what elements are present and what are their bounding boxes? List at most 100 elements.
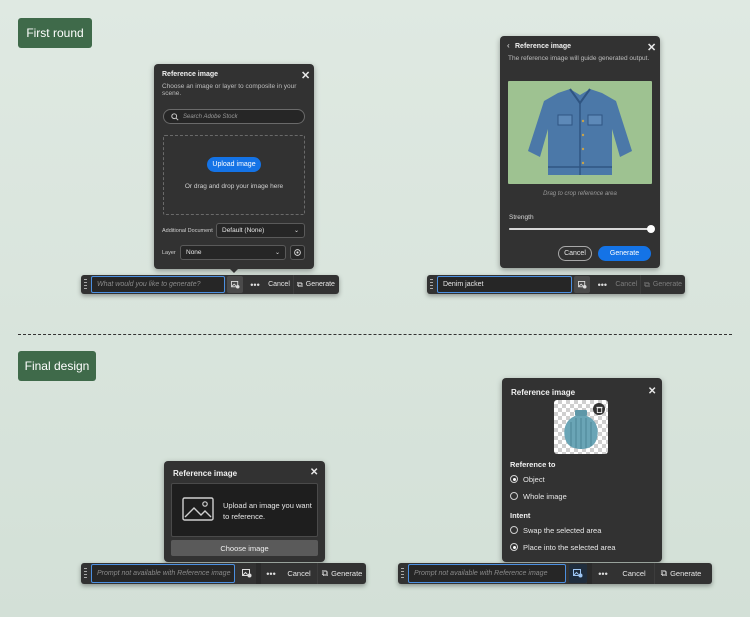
strength-slider-fill [509,228,651,230]
close-icon[interactable]: ✕ [301,69,310,82]
trash-icon [595,406,603,413]
reference-image-icon [577,280,587,289]
panel-title: Reference image [515,43,572,50]
more-options-button[interactable]: ••• [592,563,614,584]
generate-label: Generate [652,281,683,288]
generate-icon: ⧉ [321,568,329,578]
section-divider [18,334,732,335]
more-options-button[interactable]: ••• [261,563,281,584]
contextual-task-bar: Prompt not available with Reference imag… [398,563,712,584]
intent-label: Intent [510,511,531,520]
image-placeholder-icon [182,497,214,521]
panel-pointer [229,268,239,273]
chevron-left-icon[interactable]: ‹ [507,41,510,50]
prompt-input[interactable]: Prompt not available with Reference imag… [408,564,566,583]
reference-image-icon [242,569,252,578]
section-tag-label: Final design [24,359,90,373]
upload-image-button[interactable]: Upload image [207,157,261,172]
cancel-button[interactable]: Cancel [612,275,640,294]
section-tag-first-round: First round [18,18,92,48]
generate-label: Generate [331,569,363,578]
upload-drop-zone[interactable]: Upload an image you want to reference. [171,483,318,537]
generate-button[interactable]: ⧉ Generate [294,275,338,294]
chevron-down-icon: ⌄ [293,228,299,234]
reference-panel-final: Reference image ✕ Upload an image you wa… [164,461,325,562]
radio-object-label: Object [523,475,545,484]
layer-settings-button[interactable] [290,245,305,260]
generate-icon: ⧉ [644,279,650,289]
reference-image-button[interactable] [238,564,256,583]
reference-image-icon [230,280,239,289]
panel-cancel-button[interactable]: Cancel [558,246,592,261]
radio-swap-area[interactable] [510,526,518,534]
radio-whole-image[interactable] [510,492,518,500]
reference-image-preview[interactable] [508,81,652,184]
reference-image-icon [573,569,583,578]
panel-title: Reference image [173,469,238,478]
section-tag-label: First round [26,26,84,40]
layer-select[interactable]: None ⌄ [180,245,286,260]
reference-image-button[interactable] [569,564,587,583]
panel-generate-button[interactable]: Generate [598,246,651,261]
prompt-input[interactable]: Denim jacket [436,276,573,293]
close-icon[interactable]: ✕ [648,386,656,397]
panel-title: Reference image [511,388,576,397]
generate-button[interactable]: ⧉ Generate [641,275,685,294]
crop-hint: Drag to crop reference area [543,191,617,197]
stock-search-input[interactable]: Search Adobe Stock [163,109,305,124]
strength-slider-handle[interactable] [647,225,655,233]
settings-icon [294,249,301,256]
denim-jacket-image [528,88,632,175]
cancel-button[interactable]: Cancel [614,563,654,584]
upload-instructions: Upload an image you want to reference. [223,501,312,521]
close-icon[interactable]: ✕ [647,41,656,54]
contextual-task-bar: Prompt not available with Reference imag… [81,563,366,584]
prompt-input[interactable]: Prompt not available with Reference imag… [91,564,235,583]
radio-swap-area-label: Swap the selected area [523,526,602,535]
strength-label: Strength [509,214,534,221]
chevron-down-icon: ⌄ [274,250,280,256]
reference-panel-v1: Reference image ✕ Choose an image or lay… [154,64,314,269]
radio-whole-image-label: Whole image [523,492,567,501]
prompt-input[interactable]: What would you like to generate? [91,276,225,293]
generate-button[interactable]: ⧉ Generate [318,563,366,584]
more-options-button[interactable]: ••• [245,275,265,294]
drag-handle[interactable] [84,278,87,291]
radio-object[interactable] [510,475,518,483]
close-icon[interactable]: ✕ [310,467,318,478]
drag-handle[interactable] [84,567,87,580]
radio-place-into-area-label: Place into the selected area [523,543,616,552]
cancel-button[interactable]: Cancel [281,563,317,584]
select-value: None [186,249,202,256]
drop-hint: Or drag and drop your image here [184,183,284,190]
additional-document-label: Additional Document [162,228,213,234]
more-options-button[interactable]: ••• [592,275,612,294]
drag-handle[interactable] [430,278,433,291]
panel-subtitle: Choose an image or layer to composite in… [162,83,297,97]
reference-image-button[interactable] [227,276,243,293]
panel-subtitle: The reference image will guide generated… [508,55,650,62]
layer-label: Layer [162,250,176,256]
search-icon [171,112,179,121]
more-icon: ••• [598,568,608,579]
radio-place-into-area[interactable] [510,543,518,551]
additional-document-select[interactable]: Default (None) ⌄ [216,223,305,238]
choose-image-button[interactable]: Choose image [171,540,318,556]
generate-icon: ⧉ [297,279,303,289]
generate-button[interactable]: ⧉ Generate [655,563,707,584]
generate-label: Generate [305,281,335,288]
vase-image [564,410,598,449]
more-icon: ••• [597,279,608,290]
remove-reference-button[interactable] [593,403,605,415]
more-icon: ••• [250,279,260,290]
reference-to-label: Reference to [510,460,556,469]
reference-image-button[interactable] [574,276,591,293]
reference-panel-final-with-object: Reference image ✕ Reference to Object Wh… [502,378,662,562]
generate-icon: ⧉ [660,568,668,578]
reference-panel-v1-with-image: ‹ Reference image ✕ The reference image … [500,36,660,268]
drag-handle[interactable] [401,567,404,580]
image-drop-zone[interactable] [163,135,305,215]
reference-thumbnail[interactable] [554,400,608,454]
cancel-button[interactable]: Cancel [265,275,293,294]
search-placeholder: Search Adobe Stock [183,113,238,120]
